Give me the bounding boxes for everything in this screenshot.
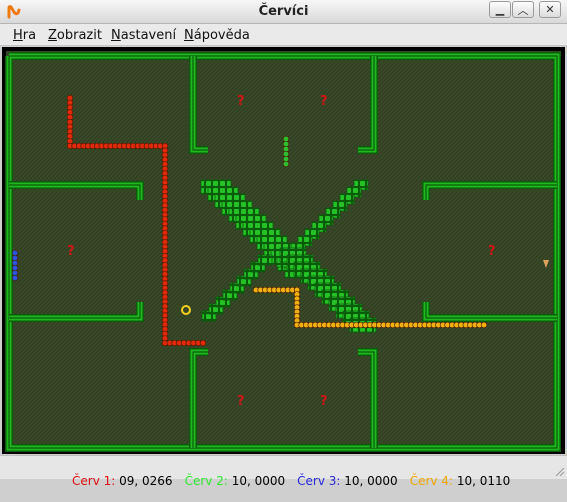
worm1-label: Červ 1: xyxy=(72,474,116,488)
question-bonus-icon: ? xyxy=(320,94,328,109)
menu-game-label: ra xyxy=(22,28,37,43)
menu-game[interactable]: Hra xyxy=(13,28,36,43)
worm3-label: Červ 3: xyxy=(297,474,341,488)
worm1-score: 09, 0266 xyxy=(119,474,173,488)
green-worm-segment xyxy=(282,160,290,168)
close-icon: ✕ xyxy=(545,3,555,16)
worm2-label: Červ 2: xyxy=(184,474,228,488)
menu-bar: Hra Zobrazit Nastavení Nápověda xyxy=(0,24,567,46)
menu-help[interactable]: Nápověda xyxy=(184,28,250,43)
minimize-icon: ▁ xyxy=(495,3,505,16)
question-bonus-icon: ? xyxy=(488,244,496,259)
menu-settings-label: astavení xyxy=(120,28,177,43)
question-bonus-icon: ? xyxy=(237,94,245,109)
worm4-label: Červ 4: xyxy=(409,474,453,488)
maximize-button[interactable]: ︿ xyxy=(512,1,534,18)
menu-settings-mnemonic: N xyxy=(111,28,121,43)
menu-help-mnemonic: N xyxy=(184,28,194,43)
worm2-score: 10, 0000 xyxy=(231,474,286,488)
maximize-icon: ︿ xyxy=(517,3,529,17)
x-wall-block xyxy=(257,254,273,266)
menu-game-mnemonic: H xyxy=(13,28,23,43)
menu-help-label: ápověda xyxy=(193,28,250,43)
close-button[interactable]: ✕ xyxy=(539,1,561,18)
window-title: Červíci xyxy=(258,4,309,19)
blue-worm-segment xyxy=(11,274,19,282)
menu-view-label: obrazit xyxy=(56,28,102,43)
minimize-button[interactable]: ▁ xyxy=(489,1,511,18)
resize-grip-icon[interactable] xyxy=(553,465,565,477)
title-bar[interactable]: Červíci ▁ ︿ ✕ xyxy=(0,0,567,24)
status-bar: Červ 1: 09, 0266 Červ 2: 10, 0000 Červ 3: … xyxy=(0,455,567,488)
question-bonus-icon: ? xyxy=(237,394,245,409)
menu-view[interactable]: Zobrazit xyxy=(48,28,102,43)
question-bonus-icon: ? xyxy=(320,394,328,409)
game-board[interactable]: ?????? xyxy=(2,47,565,454)
question-bonus-icon: ? xyxy=(67,244,75,259)
worm4-score: 10, 0110 xyxy=(456,474,511,488)
red-worm-segment xyxy=(199,339,207,347)
worm3-score: 10, 0000 xyxy=(344,474,398,488)
menu-settings[interactable]: Nastavení xyxy=(111,28,176,43)
yellow-worm-segment xyxy=(480,321,488,329)
menu-view-mnemonic: Z xyxy=(48,28,57,43)
